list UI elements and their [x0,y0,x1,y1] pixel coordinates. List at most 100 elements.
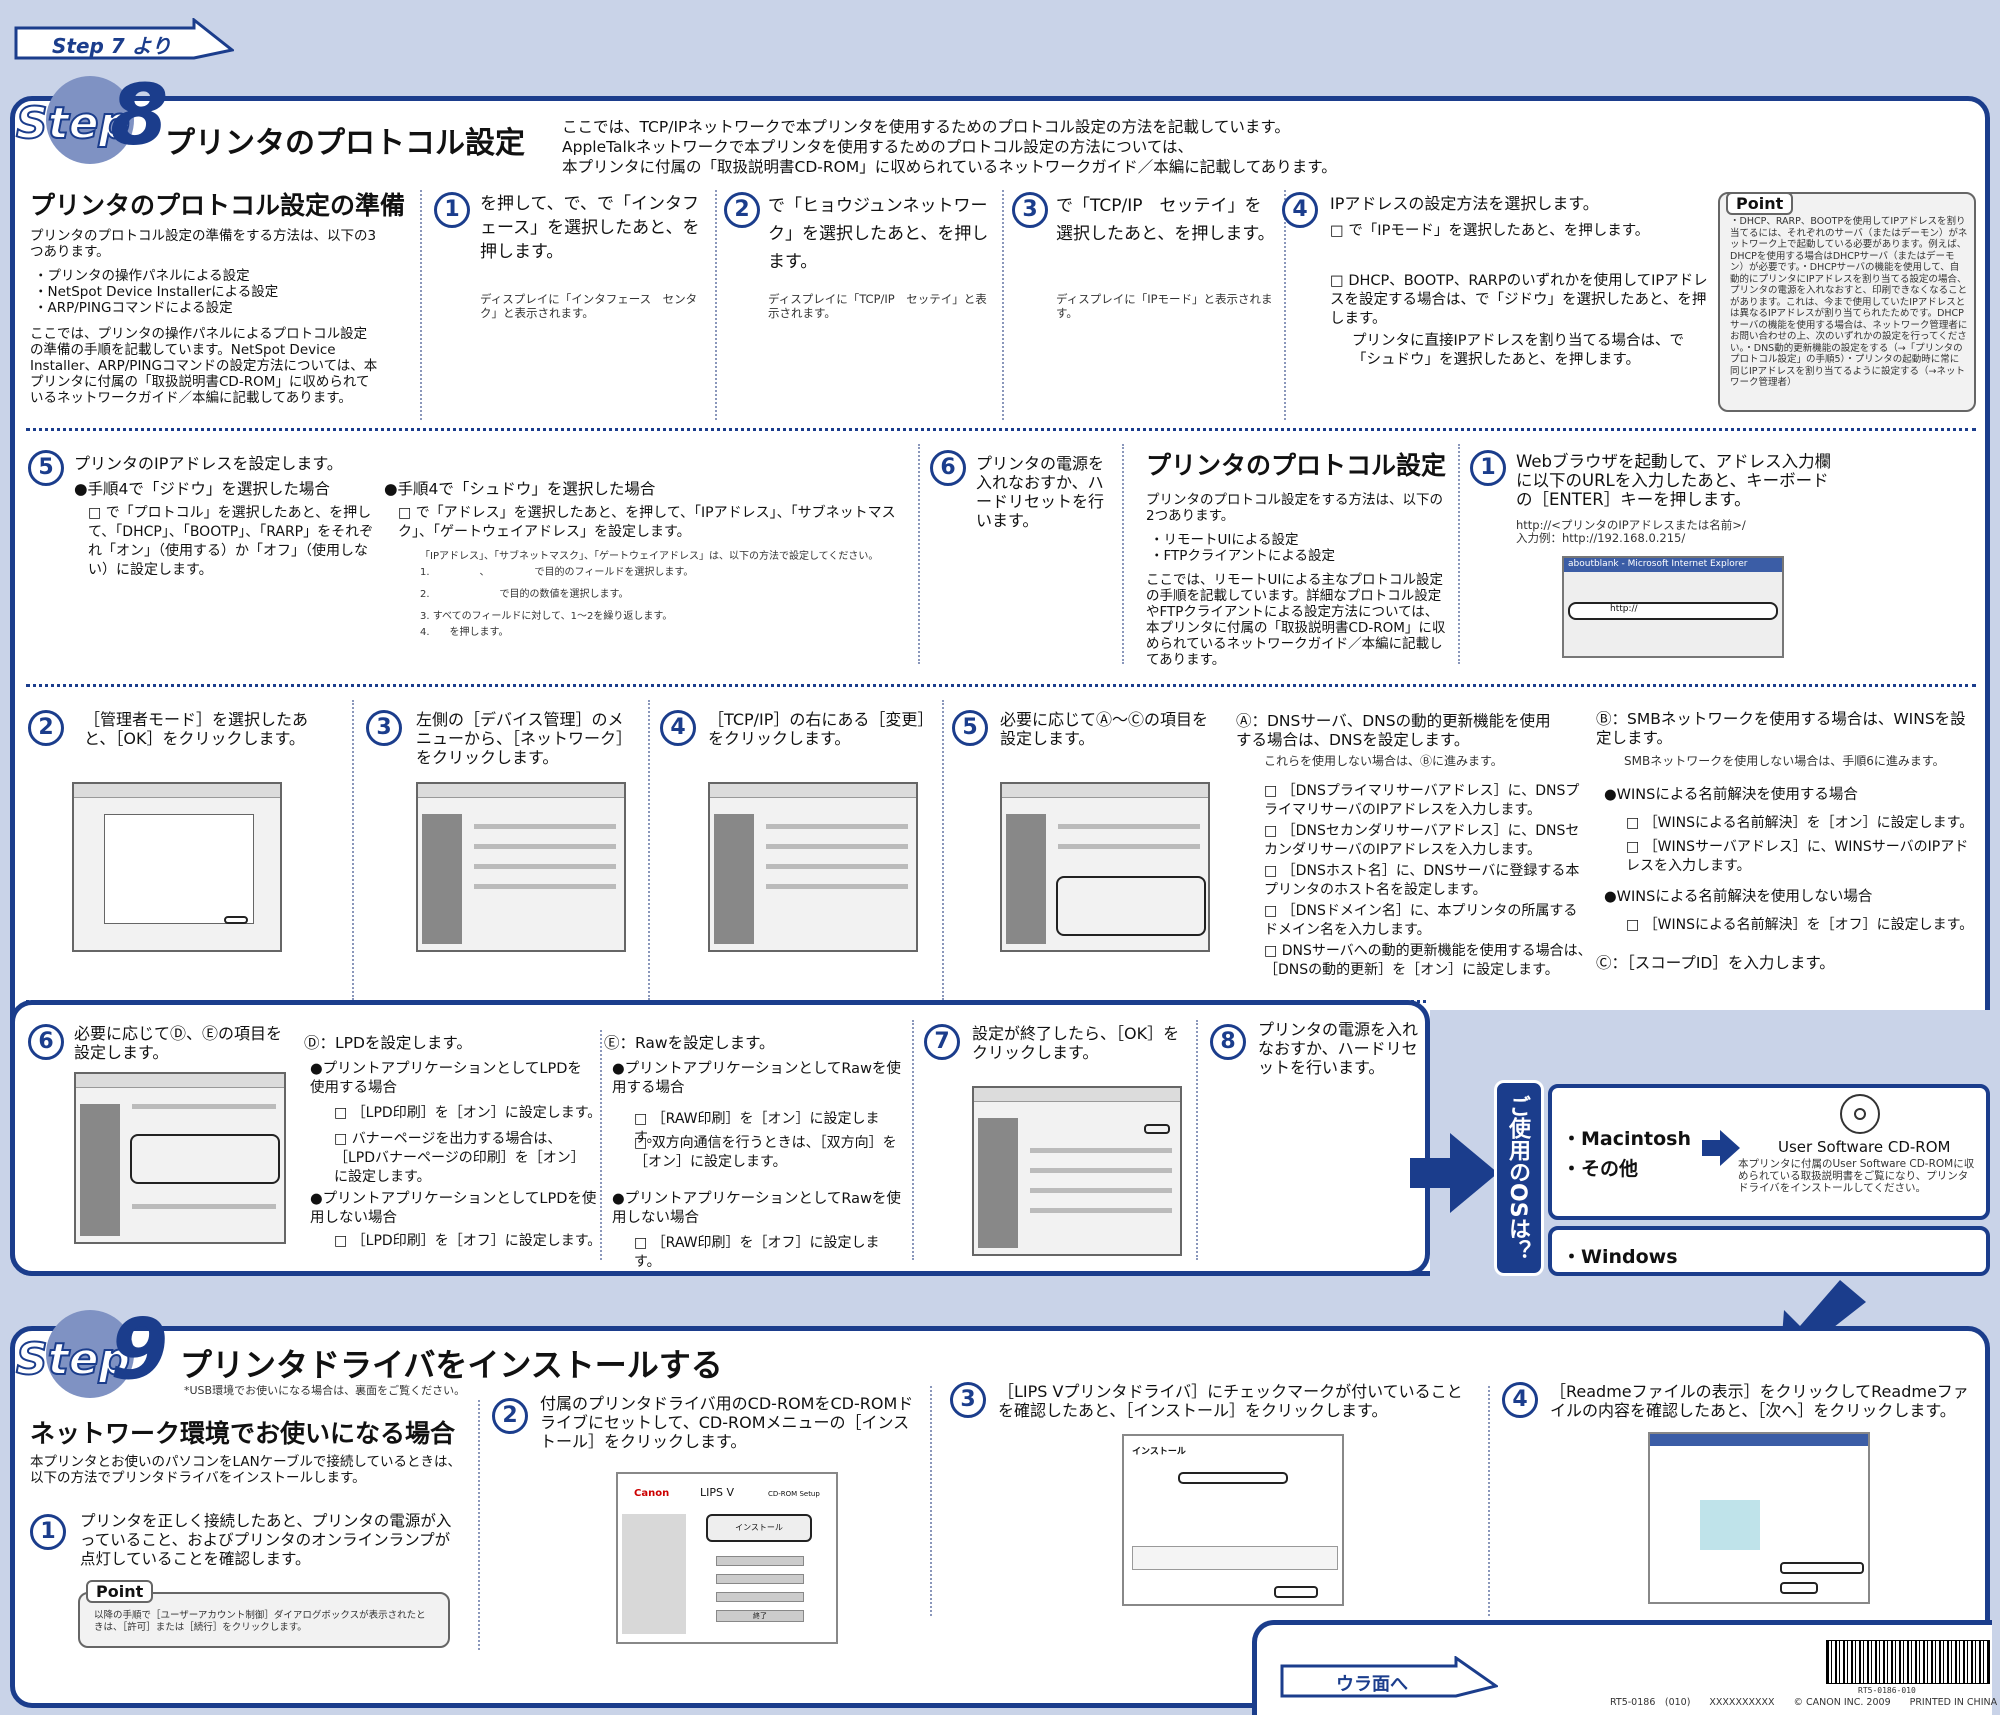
prep-s5-man-h: ●手順4で「シュドウ」を選択した場合 [384,480,656,498]
step-number: 1 [434,192,470,228]
proto-url2: 入力例：http://192.168.0.215/ [1516,531,1686,545]
step-number: 7 [924,1024,960,1060]
step9-s4: ［Readmeファイルの表示］をクリックしてReadmeファイルの内容を確認した… [1550,1382,1969,1420]
next-page-tab[interactable]: ウラ面へ [1280,1655,1500,1698]
barcode [1826,1640,1990,1684]
cd-exit-button[interactable]: 終了 [716,1610,804,1622]
wins-use1: □ ［WINSによる名前解決］を［オン］に設定します。 [1626,815,1974,831]
proto-s8: プリンタの電源を入れなおすか、ハードリセットを行います。 [1258,1020,1419,1077]
prep-item: ・NetSpot Device Installerによる設定 [34,284,279,300]
os-arrow-small [1702,1130,1740,1166]
lpd-title: Ⓓ：LPDを設定します。 [304,1034,472,1052]
cd-brand: Canon [634,1488,670,1499]
step9-point-text: 以降の手順で［ユーザーアカウント制御］ダイアログボックスが表示されたときは、［許… [94,1610,426,1633]
step-number: 1 [30,1514,66,1550]
point-label: Point [86,1580,154,1603]
step9-note: *USB環境でお使いになる場合は、裏面をご覧ください。 [184,1384,466,1397]
cd-desc: 本プリンタに付属のUser Software CD-ROMに収められている取扱説… [1738,1158,1975,1194]
wins-use2-text: ［WINSサーバアドレス］に、WINSサーバのIPアドレスを入力します。 [1626,839,1969,874]
readme-button[interactable] [1780,1562,1864,1574]
step9-title: プリンタドライバをインストールする [180,1346,723,1384]
prev-step-tab: Step 7 より [14,16,236,60]
ie-titlebar: aboutblank - Microsoft Internet Explorer [1564,558,1782,572]
next-button[interactable] [1780,1582,1818,1594]
prep-item: ・ARP/PINGコマンドによる設定 [34,300,233,316]
raw-not-h: ●プリントアプリケーションとしてRawを使用しない場合 [612,1191,901,1226]
dns-a1-text: ［DNSプライマリサーバアドレス］に、DNSプライマリサーバのIPアドレスを入力… [1264,783,1580,818]
os-mac-box[interactable]: ・Macintosh ・その他 User Software CD-ROM 本プリ… [1548,1084,1990,1220]
prep-s3: で「TCP/IP セッテイ」を選択したあと、を押します。 [1056,196,1275,244]
cd-artwork [622,1514,686,1634]
next-page-label: ウラ面へ [1336,1674,1408,1695]
wins-use-h: ●WINSによる名前解決を使用する場合 [1604,787,1858,803]
prep-lead: プリンタのプロトコル設定の準備をする方法は、以下の3つあります。 [30,228,377,260]
ie-addr-bar[interactable]: http:// [1568,602,1778,620]
step-number: 6 [28,1024,64,1060]
os-arrow-right [1410,1133,1498,1213]
cd-icon [1840,1094,1880,1134]
proto-url1: http://<プリンタのIPアドレスまたは名前>/ [1516,518,1746,532]
proto-s7: 設定が終了したら、［OK］をクリックします。 [972,1024,1180,1062]
screenshot-lpd-raw [74,1072,286,1244]
step-number: 8 [1210,1024,1246,1060]
step9-logo-num: 9 [110,1300,169,1398]
step-number: 4 [1282,192,1318,228]
lpd-not1-text: ［LPD印刷］を［オフ］に設定します。 [351,1233,602,1249]
prep-s5-man: □ で「アドレス」を選択したあと、を押して、「IPアドレス」、「サブネットマスク… [398,505,896,540]
cd-install-button[interactable]: インストール [706,1514,812,1542]
raw-not1-text: ［RAW印刷］を［オフ］に設定します。 [634,1235,880,1270]
prep-s4-c: プリンタに直接IPアドレスを割り当てる場合は、で「シュドウ」を選択したあと、を押… [1352,333,1685,368]
step8-logo: Step 8 [10,60,168,170]
lpd-not1: □ ［LPD印刷］を［オフ］に設定します。 [334,1233,602,1249]
wins-not1-text: ［WINSによる名前解決］を［オフ］に設定します。 [1643,917,1974,933]
lpd-use-h: ●プリントアプリケーションとしてLPDを使用する場合 [310,1061,582,1096]
prep-s5-auto-h: ●手順4で「ジドウ」を選択した場合 [74,480,330,498]
point-label: Point [1726,192,1794,215]
step-number: 5 [28,450,64,486]
prep-s5-auto-text: で「プロトコル」を選択したあと、を押して、「DHCP」、「BOOTP」、「RAR… [88,505,374,578]
prep-s6: プリンタの電源を入れなおすか、ハードリセットを行います。 [976,454,1105,530]
cd-menu-window: Canon LIPS V CD-ROM Setup インストール 終了 [616,1472,838,1644]
step-number: 6 [930,450,966,486]
prep-item: ・プリンタの操作パネルによる設定 [34,268,250,284]
dns-a4-text: ［DNSドメイン名］に、本プリンタの所属するドメイン名を入力します。 [1264,903,1578,938]
footer-text: RT5-0186 (010) XXXXXXXXXX © CANON INC. 2… [1610,1697,1998,1708]
wins-not-h: ●WINSによる名前解決を使用しない場合 [1604,889,1873,905]
proto-s6: 必要に応じてⒹ、Ⓔの項目を設定します。 [74,1024,283,1062]
lpd-not-h: ●プリントアプリケーションとしてLPDを使用しない場合 [310,1191,597,1226]
proto-item: ・FTPクライアントによる設定 [1150,548,1335,564]
screenshot-mode [72,782,282,952]
prep-s2-note: ディスプレイに「TCP/IP セッテイ」と表示されます。 [768,292,987,320]
wins-use2: □ ［WINSサーバアドレス］に、WINSサーバのIPアドレスを入力します。 [1626,839,1969,874]
dns-a2-text: ［DNSセカンダリサーバアドレス］に、DNSセカンダリサーバのIPアドレスを入力… [1264,823,1580,858]
step-number: 3 [950,1382,986,1418]
prep-s5-note: 「IPアドレス」、「サブネットマスク」、「ゲートウェイアドレス」は、以下の方法で… [420,551,879,562]
screenshot-tcpip-settings [1000,782,1210,952]
prep-title: プリンタのプロトコル設定の準備 [30,191,406,220]
prep-s4-a-text: で「IPモード」を選択したあと、を押します。 [1348,223,1650,239]
cd-exit-label: 終了 [753,1612,767,1620]
step9-s1: プリンタを正しく接続したあと、プリンタの電源が入っていること、およびプリンタのオ… [80,1512,452,1568]
proto-s1: Webブラウザを起動して、アドレス入力欄に以下のURLを入力したあと、キーボード… [1516,452,1832,509]
dns-a3: □ ［DNSホスト名］に、DNSサーバに登録する本プリンタのホスト名を設定します… [1264,863,1580,898]
raw-use2-text: 双方向通信を行うときは、［双方向］を［オン］に設定します。 [634,1135,897,1170]
install-button[interactable] [1274,1586,1318,1598]
step9-s3: ［LIPS Vプリンタドライバ］にチェックマークが付いていることを確認したあと、… [998,1382,1463,1420]
proto-items: ・リモートUIによる設定 ・FTPクライアントによる設定 [1150,532,1335,564]
cd-install-label: インストール [735,1523,783,1532]
dns-a3-text: ［DNSホスト名］に、DNSサーバに登録する本プリンタのホスト名を設定します。 [1264,863,1580,898]
install-title: インストール [1132,1447,1186,1457]
prep-s5-n2: 2. で目的の数値を選択します。 [420,589,629,600]
prep-point-box: Point ・DHCP、RARP、BOOTPを使用してIPアドレスを割り当てるに… [1718,192,1976,412]
step-number: 3 [1012,192,1048,228]
prep-point-text: ・DHCP、RARP、BOOTPを使用してIPアドレスを割り当てるには、それぞれ… [1730,216,1968,388]
prep-s4-b: □ DHCP、BOOTP、RARPのいずれかを使用してIPアドレスを設定する場合… [1330,273,1708,327]
step9-point-box: Point 以降の手順で［ユーザーアカウント制御］ダイアログボックスが表示された… [78,1580,450,1648]
os-windows-box[interactable]: ・Windows [1548,1226,1990,1276]
driver-checkbox-row[interactable] [1178,1472,1288,1484]
step8-intro-1: ここでは、TCP/IPネットワークで本プリンタを使用するためのプロトコル設定の方… [562,118,1290,136]
prev-step-label: Step 7 より [52,34,172,58]
step-number: 2 [492,1398,528,1434]
prep-s4-a: □ で「IPモード」を選択したあと、を押します。 [1330,223,1650,239]
wins-note: SMBネットワークを使用しない場合は、手順6に進みます。 [1624,754,1945,768]
